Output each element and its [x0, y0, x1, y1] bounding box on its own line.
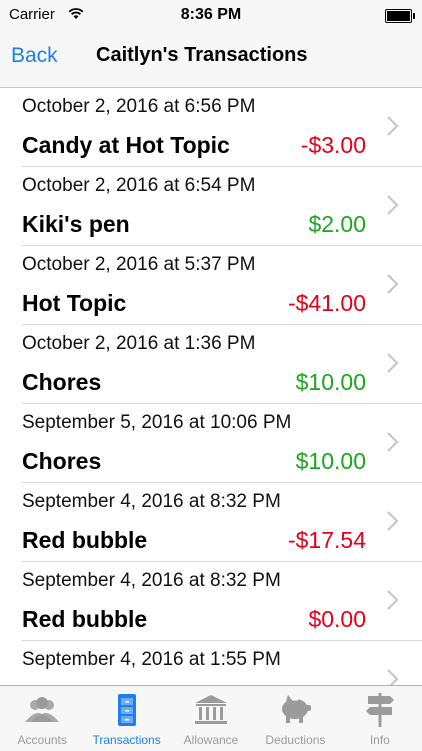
tab-accounts[interactable]: Accounts	[0, 686, 84, 751]
transaction-description: Hot Topic	[22, 290, 127, 316]
transaction-row[interactable]: October 2, 2016 at 6:54 PM Kiki's pen $2…	[0, 167, 422, 246]
transaction-description: Red bubble	[22, 606, 148, 632]
transaction-date: September 5, 2016 at 10:06 PM	[22, 412, 292, 433]
tab-label: Transactions	[92, 733, 161, 747]
transaction-row[interactable]: September 4, 2016 at 8:32 PM Red bubble …	[0, 562, 422, 641]
transaction-description: Chores	[22, 369, 102, 395]
transaction-description: Kiki's pen	[22, 211, 130, 237]
transaction-date: October 2, 2016 at 6:56 PM	[22, 96, 256, 117]
transaction-amount: $0.00	[308, 606, 366, 632]
tab-bar: Accounts Transactions Allowance Deductio…	[0, 685, 422, 751]
people-icon	[25, 697, 60, 722]
transaction-row[interactable]: September 5, 2016 at 10:06 PM Chores $10…	[0, 404, 422, 483]
tab-label: Info	[369, 733, 390, 747]
chevron-right-icon	[387, 195, 399, 215]
transaction-description: Chores	[22, 448, 102, 474]
tab-deductions[interactable]: Deductions	[253, 686, 337, 751]
transaction-amount: $10.00	[295, 369, 366, 395]
transaction-date: October 2, 2016 at 6:54 PM	[22, 175, 256, 196]
transaction-description: Candy at Hot Topic	[22, 132, 230, 158]
transaction-row[interactable]: October 2, 2016 at 5:37 PM Hot Topic -$4…	[0, 246, 422, 325]
bank-icon	[195, 695, 228, 724]
chevron-right-icon	[387, 590, 399, 610]
chevron-right-icon	[387, 669, 399, 685]
transaction-date: September 4, 2016 at 8:32 PM	[22, 491, 281, 512]
tab-transactions[interactable]: Transactions	[84, 686, 168, 751]
file-cabinet-icon	[117, 694, 136, 726]
status-bar: Carrier 8:36 PM	[0, 0, 422, 30]
piggy-bank-icon	[282, 695, 312, 723]
transaction-date: October 2, 2016 at 1:36 PM	[22, 333, 256, 354]
clock: 8:36 PM	[180, 6, 242, 23]
transaction-amount: -$17.54	[287, 527, 366, 553]
tab-label: Accounts	[17, 733, 67, 747]
transaction-amount: $10.00	[295, 448, 366, 474]
transaction-row[interactable]: September 4, 2016 at 8:32 PM Red bubble …	[0, 483, 422, 562]
battery-icon	[385, 9, 415, 23]
chevron-right-icon	[387, 274, 399, 294]
transaction-description: Red bubble	[22, 527, 148, 553]
back-button[interactable]: Back	[11, 44, 58, 68]
tab-label: Deductions	[265, 733, 326, 747]
tab-label: Allowance	[183, 733, 239, 747]
tab-allowance[interactable]: Allowance	[169, 686, 253, 751]
transaction-row[interactable]: September 4, 2016 at 1:55 PM	[0, 641, 422, 685]
chevron-right-icon	[387, 353, 399, 373]
chevron-right-icon	[387, 511, 399, 531]
transaction-date: September 4, 2016 at 8:32 PM	[22, 570, 281, 591]
transaction-date: September 4, 2016 at 1:55 PM	[22, 649, 281, 670]
transaction-amount: -$41.00	[287, 290, 366, 316]
tab-info[interactable]: Info	[338, 686, 422, 751]
transaction-amount: $2.00	[308, 211, 366, 237]
signpost-icon	[365, 693, 394, 727]
page-title: Caitlyn's Transactions	[96, 44, 308, 66]
navigation-bar: Back Caitlyn's Transactions	[0, 30, 422, 88]
chevron-right-icon	[387, 116, 399, 136]
transaction-date: October 2, 2016 at 5:37 PM	[22, 254, 256, 275]
chevron-right-icon	[387, 432, 399, 452]
transaction-row[interactable]: October 2, 2016 at 6:56 PM Candy at Hot …	[0, 88, 422, 167]
transactions-list[interactable]: October 2, 2016 at 6:56 PM Candy at Hot …	[0, 88, 422, 685]
transaction-amount: -$3.00	[300, 132, 366, 158]
transaction-row[interactable]: October 2, 2016 at 1:36 PM Chores $10.00	[0, 325, 422, 404]
